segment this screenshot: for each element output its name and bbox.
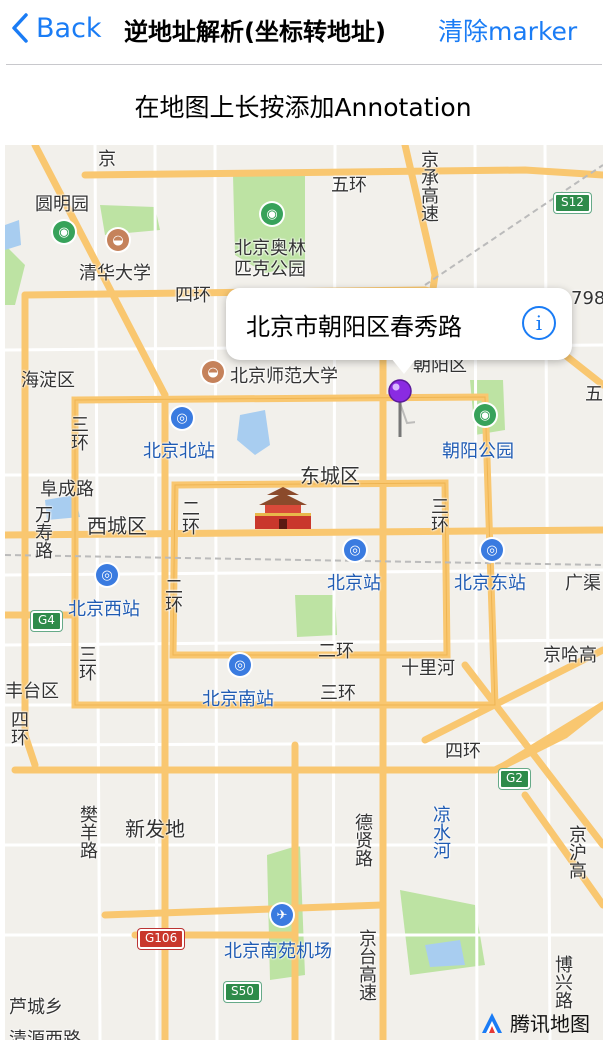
map-label-sihuan-sw: 四环 — [8, 710, 29, 746]
map-label-bj-station: 北京站 — [327, 573, 381, 594]
map-label-guangqu: 广渠 — [565, 573, 601, 594]
map-label-fanyanglu: 樊羊路 — [77, 805, 98, 859]
clear-marker-button[interactable]: 清除marker — [438, 12, 577, 48]
info-icon[interactable]: i — [522, 306, 556, 340]
map-label-fuchenglu: 阜成路 — [40, 479, 94, 500]
map-label-dexianlu: 德贤路 — [352, 813, 373, 867]
map-label-erhuan-left: 二环 — [179, 499, 200, 535]
tencent-map-logo-icon — [482, 1012, 502, 1033]
back-label: Back — [36, 12, 102, 44]
tencent-map-brand: 腾讯地图 — [480, 1008, 590, 1037]
map-label-sihuan: 四环 — [175, 285, 211, 306]
annotation-callout[interactable]: 北京市朝阳区春秀路 i — [226, 288, 572, 374]
tiananmen-icon — [255, 487, 311, 529]
nav-divider — [6, 64, 602, 65]
navigation-bar: Back 逆地址解析(坐标转地址) 清除marker — [0, 0, 606, 64]
highway-shield-s12: S12 — [554, 193, 591, 213]
map-label-yuanmingyuan: 圆明园 — [35, 194, 89, 215]
camera-icon: ◉ — [53, 221, 75, 243]
map-label-bnu: 北京师范大学 — [230, 366, 338, 387]
train-icon: ◎ — [171, 407, 193, 429]
highway-shield-g106: G106 — [138, 929, 185, 949]
map-label-dongcheng: 东城区 — [300, 464, 360, 488]
map-label-liangshuihe: 凉水河 — [430, 805, 451, 859]
map-label-jingtaigao: 京台高速 — [356, 929, 377, 1001]
map-view[interactable]: S12 G4 G2 G106 S50 ◉ ◒ ◉ ◒ ◉ ◎ ◎ ◎ ◎ ◎ ✈… — [5, 145, 603, 1040]
map-label-olympic-2: 匹克公园 — [234, 259, 306, 280]
map-label-luchengxiang: 芦城乡 — [9, 997, 63, 1018]
train-icon: ◎ — [481, 539, 503, 561]
camera-icon: ◉ — [261, 203, 283, 225]
map-label-wanshoulu: 万寿路 — [32, 505, 53, 559]
callout-address: 北京市朝阳区春秀路 — [246, 312, 462, 341]
highway-shield-g4: G4 — [31, 611, 62, 631]
map-label-jing-top: 京 — [98, 149, 116, 170]
map-pin-icon[interactable] — [385, 379, 415, 441]
map-label-xinfadi: 新发地 — [125, 817, 185, 841]
map-label-erhuan-west: 二环 — [162, 577, 183, 613]
train-icon: ◎ — [96, 564, 118, 586]
map-label-bj-west: 北京西站 — [68, 599, 140, 620]
map-label-erhuan-south: 二环 — [318, 641, 354, 662]
highway-shield-s50: S50 — [224, 982, 261, 1002]
map-label-bjnorth: 北京北站 — [143, 441, 215, 462]
train-icon: ◎ — [229, 654, 251, 676]
map-label-jinghagao: 京哈高 — [543, 645, 597, 666]
map-label-zhonghuan-right: 五 — [585, 384, 603, 405]
map-label-chaoyang-park: 朝阳公园 — [442, 441, 514, 462]
page-title: 逆地址解析(坐标转地址) — [124, 18, 386, 46]
highway-shield-g2: G2 — [499, 769, 530, 789]
brand-label: 腾讯地图 — [510, 1012, 590, 1036]
map-label-qingyuanxilu: 清源西路 — [9, 1029, 81, 1040]
map-label-jinghugao: 京沪高 — [566, 825, 587, 879]
map-label-sanhuan-right: 三环 — [428, 497, 449, 533]
map-label-tsinghua: 清华大学 — [79, 263, 151, 284]
map-label-jingchenggao: 京承高速 — [418, 150, 439, 222]
map-label-sanhuan-left: 三环 — [68, 415, 89, 451]
school-icon: ◒ — [107, 229, 129, 251]
map-label-bj-east: 北京东站 — [454, 573, 526, 594]
map-label-nanyuan: 北京南苑机场 — [224, 941, 332, 962]
instruction-text: 在地图上长按添加Annotation — [134, 93, 472, 122]
map-label-fengtai: 丰台区 — [5, 681, 59, 702]
train-icon: ◎ — [344, 539, 366, 561]
back-button[interactable]: Back — [10, 10, 102, 46]
map-label-xicheng: 西城区 — [87, 514, 147, 538]
map-label-798: 798 — [571, 288, 603, 309]
map-label-bj-south: 北京南站 — [202, 689, 274, 710]
map-label-boxinglu: 博兴路 — [552, 955, 573, 1009]
map-label-sanhuan-west: 三环 — [76, 645, 97, 681]
map-label-shilihe: 十里河 — [401, 658, 455, 679]
chevron-left-icon — [12, 13, 28, 43]
airport-icon: ✈ — [271, 904, 293, 926]
map-label-wuhuan: 五环 — [331, 175, 367, 196]
camera-icon: ◉ — [474, 404, 496, 426]
map-label-sihuan-se: 四环 — [445, 741, 481, 762]
map-label-haidian: 海淀区 — [21, 370, 75, 391]
school-icon: ◒ — [202, 361, 224, 383]
map-label-sanhuan-south: 三环 — [320, 683, 356, 704]
